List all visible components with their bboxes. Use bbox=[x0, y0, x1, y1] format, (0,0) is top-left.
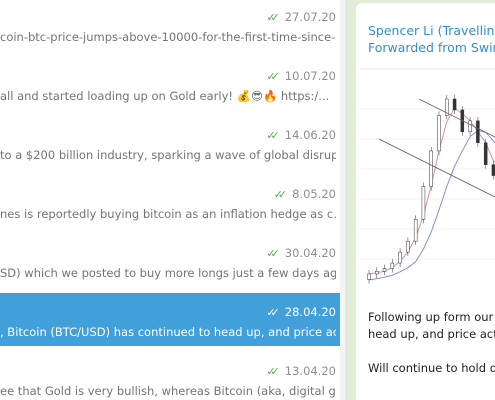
double-check-icon: ✓✓ bbox=[266, 69, 280, 83]
chat-preview: , Bitcoin (BTC/USD) has continued to hea… bbox=[0, 325, 336, 339]
double-check-icon: ✓✓ bbox=[266, 128, 280, 142]
candle-body bbox=[398, 251, 402, 264]
chat-date: 8.05.20 bbox=[292, 187, 336, 201]
chat-meta: ✓✓ 14.06.20 bbox=[266, 128, 336, 142]
double-check-icon: ✓✓ bbox=[266, 10, 280, 24]
chat-meta: ✓✓ 8.05.20 bbox=[274, 187, 336, 201]
candle-body bbox=[421, 186, 426, 220]
chat-date: 10.07.20 bbox=[284, 69, 336, 83]
message-header: Spencer Li (Travelling Forwarded from Sw… bbox=[368, 22, 495, 56]
sender-name[interactable]: Spencer Li (Travelling bbox=[368, 23, 495, 38]
candle-body bbox=[452, 98, 457, 111]
chat-preview: SD) which we posted to buy more longs ju… bbox=[0, 266, 336, 280]
chat-date: 28.04.20 bbox=[284, 305, 336, 319]
forwarded-from[interactable]: Forwarded from Swir bbox=[368, 39, 495, 56]
chat-date: 14.06.20 bbox=[284, 128, 336, 142]
candle-body bbox=[390, 262, 395, 269]
chat-meta: ✓✓ 30.04.20 bbox=[266, 246, 336, 260]
chat-date: 13.04.20 bbox=[284, 364, 336, 378]
candle-body bbox=[429, 150, 433, 187]
chat-row-selected[interactable]: ✓✓ 28.04.20 , Bitcoin (BTC/USD) has conti… bbox=[0, 293, 345, 346]
candle-body bbox=[375, 271, 379, 275]
chat-row[interactable]: ✓✓ 30.04.20 SD) which we posted to buy mo… bbox=[0, 234, 345, 287]
caption-line: head up, and price acti bbox=[368, 327, 495, 341]
double-check-icon: ✓✓ bbox=[266, 305, 280, 319]
candle-body bbox=[483, 142, 488, 165]
message-bubble: Spencer Li (Travelling Forwarded from Sw… bbox=[356, 3, 495, 400]
chat-meta: ✓✓ 13.04.20 bbox=[266, 364, 336, 378]
caption-line: Following up form our bbox=[368, 310, 494, 324]
candle-body bbox=[382, 268, 387, 272]
message-caption: Following up form our head up, and price… bbox=[368, 309, 495, 377]
double-check-icon: ✓✓ bbox=[273, 187, 288, 201]
candle-body bbox=[413, 219, 418, 242]
chat-row[interactable]: ✓✓ 13.04.20 ee that Gold is very bullish,… bbox=[0, 352, 345, 400]
double-check-icon: ✓✓ bbox=[266, 246, 280, 260]
candle-body bbox=[367, 273, 371, 280]
chat-preview: coin-btc-price-jumps-above-10000-for-the… bbox=[0, 30, 336, 44]
chat-row[interactable]: ✓✓ 27.07.20 coin-btc-price-jumps-above-10… bbox=[0, 0, 345, 51]
chat-meta: ✓✓ 27.07.20 bbox=[266, 10, 336, 24]
chat-preview: to a $200 billion industry, sparking a w… bbox=[0, 148, 336, 162]
chat-date: 27.07.20 bbox=[284, 10, 336, 24]
chat-meta: ✓✓ 10.07.20 bbox=[266, 69, 336, 83]
chat-preview: nes is reportedly buying bitcoin as an i… bbox=[0, 207, 336, 221]
candle-body bbox=[468, 120, 472, 133]
chat-date: 30.04.20 bbox=[284, 246, 336, 260]
candle-body bbox=[476, 120, 480, 143]
chat-preview: all and started loading up on Gold early… bbox=[0, 89, 330, 103]
chat-preview: ee that Gold is very bullish, whereas Bi… bbox=[0, 384, 336, 398]
candle-body bbox=[406, 240, 410, 253]
chat-list: ✓✓ 27.07.20 coin-btc-price-jumps-above-10… bbox=[0, 0, 345, 400]
chat-row[interactable]: ✓✓ 10.07.20 all and started loading up on… bbox=[0, 57, 345, 110]
message-pane: Spencer Li (Travelling Forwarded from Sw… bbox=[345, 0, 495, 400]
chat-row[interactable]: ✓✓ 8.05.20 nes is reportedly buying bitco… bbox=[0, 175, 345, 228]
chat-meta: ✓✓ 28.04.20 bbox=[266, 305, 336, 319]
caption-line: Will continue to hold o bbox=[368, 361, 495, 375]
chat-row[interactable]: ✓✓ 14.06.20 to a $200 billion industry, s… bbox=[0, 116, 345, 169]
candle-body bbox=[437, 115, 441, 152]
chart-background bbox=[359, 59, 495, 289]
chart-image[interactable] bbox=[359, 59, 495, 289]
double-check-icon: ✓✓ bbox=[266, 364, 280, 378]
candle-body bbox=[491, 164, 495, 176]
